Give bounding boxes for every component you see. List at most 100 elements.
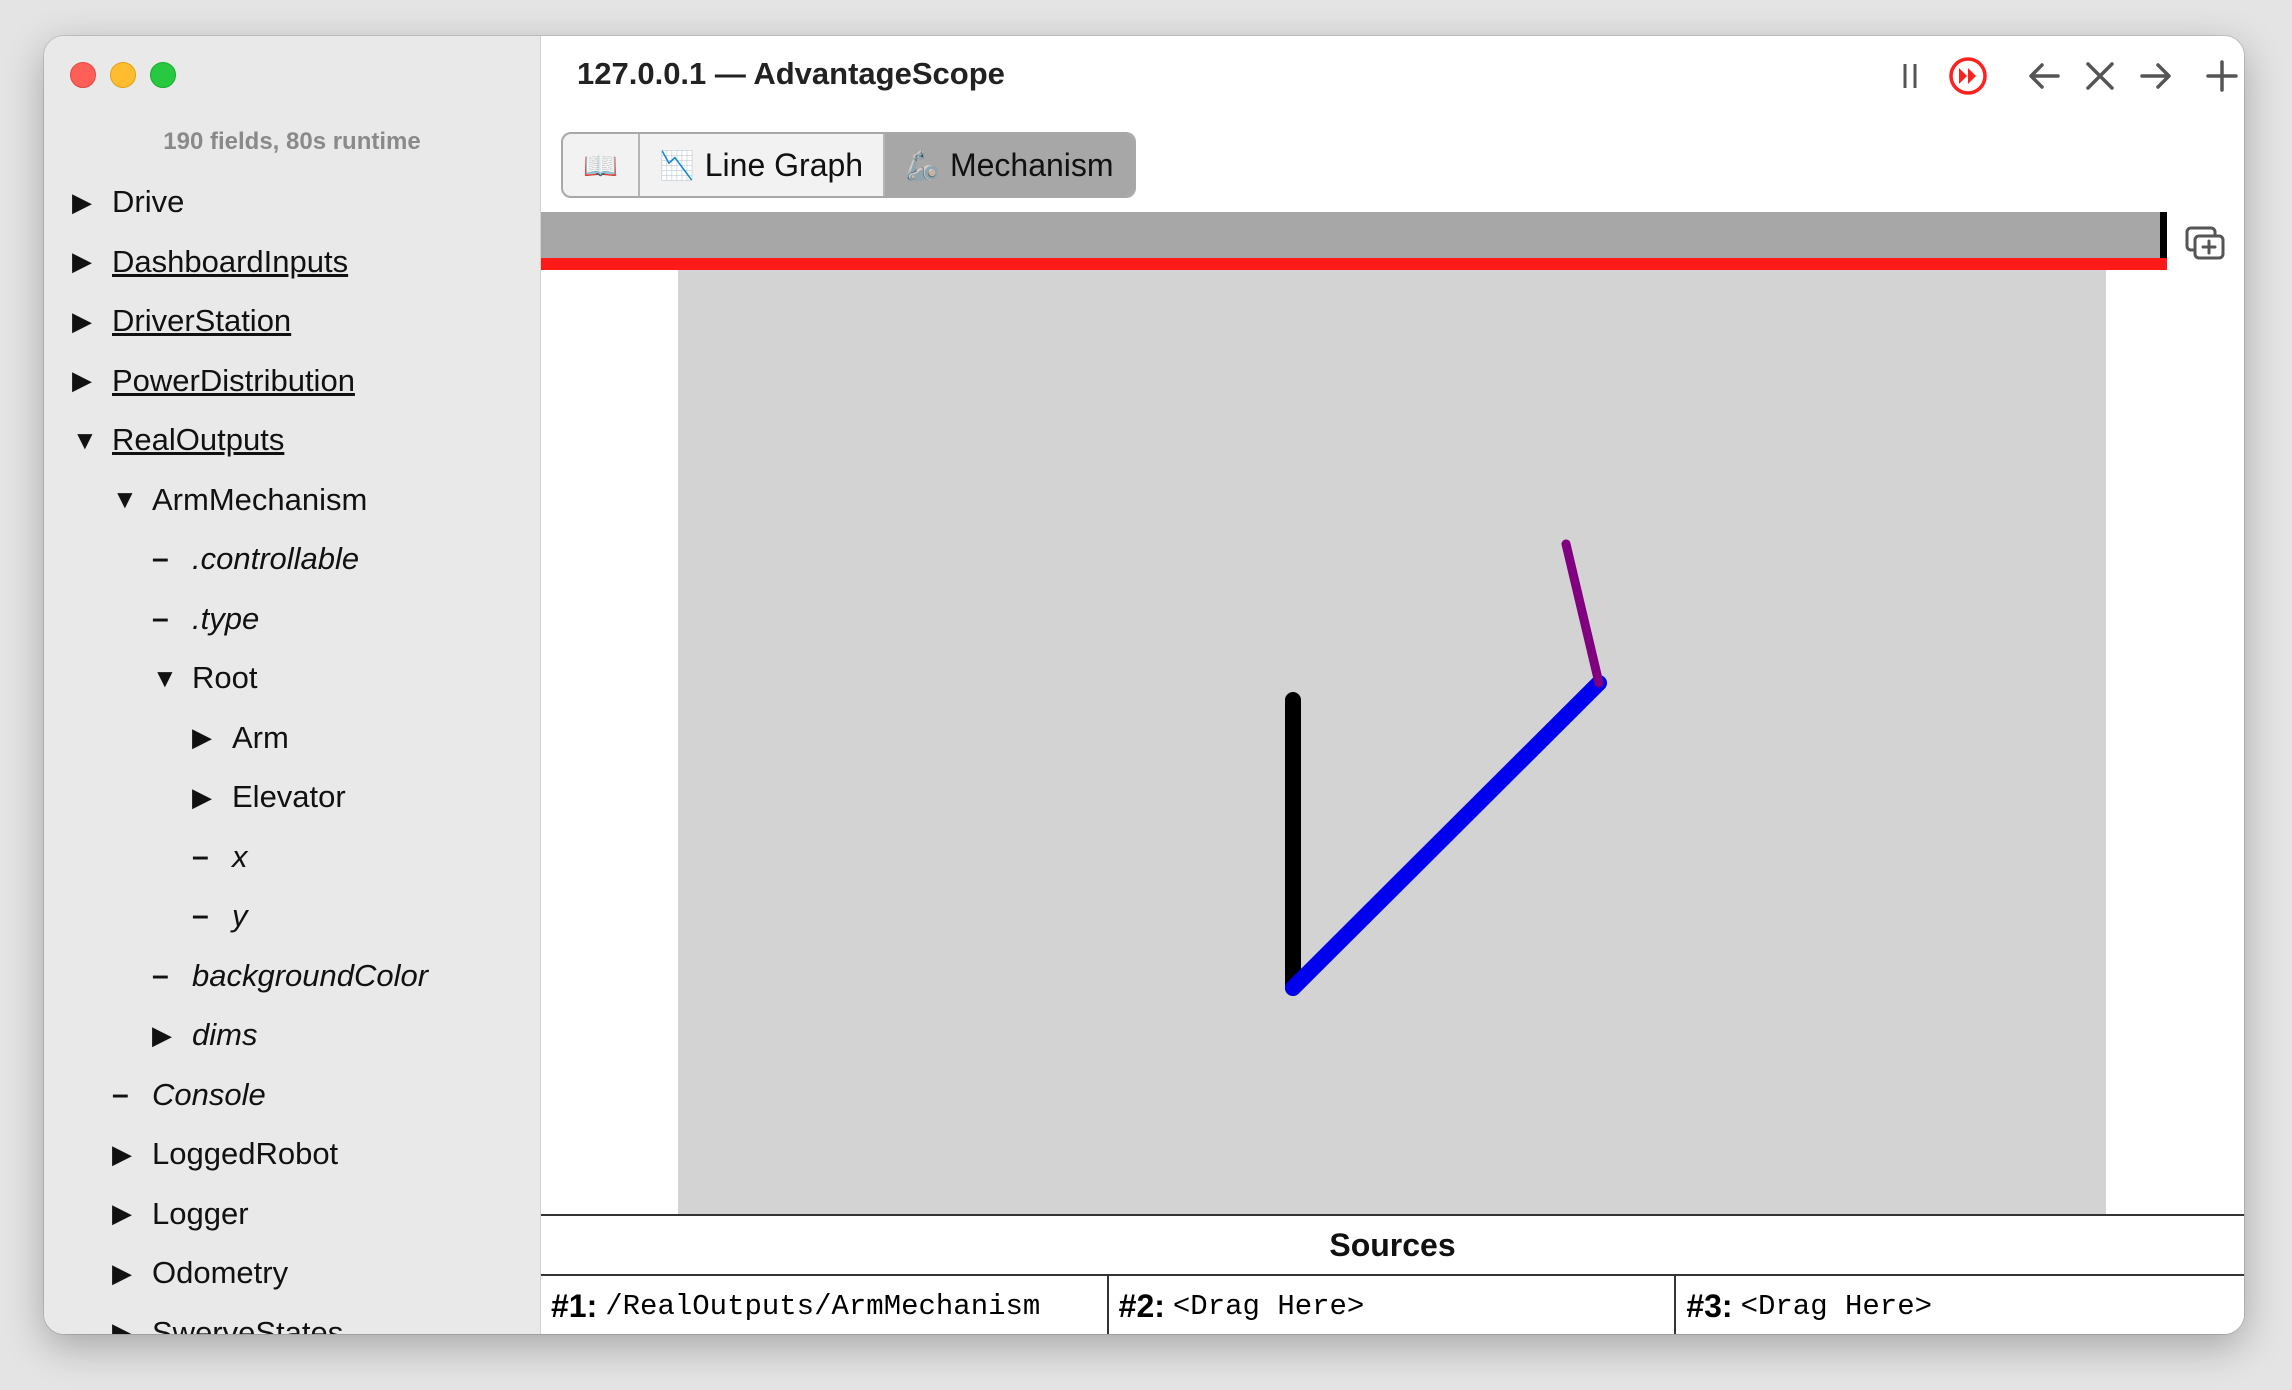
leaf-dash-icon: – xyxy=(192,899,209,932)
tree-item-dims[interactable]: ▶ dims xyxy=(152,1013,257,1057)
expand-icon[interactable]: ▶ xyxy=(112,1198,152,1229)
timeline-cursor[interactable] xyxy=(2160,212,2167,258)
plus-icon[interactable] xyxy=(2200,54,2244,98)
expand-icon[interactable]: ▶ xyxy=(72,306,112,337)
tree-item-label: dims xyxy=(192,1017,258,1052)
tree-item-loggedrobot[interactable]: ▶ LoggedRobot xyxy=(112,1132,338,1176)
sources-title: Sources xyxy=(541,1216,2244,1276)
leaf-dash-icon: – xyxy=(152,601,169,635)
tree-item-dot-type[interactable]: – .type xyxy=(152,597,259,641)
tree-item-label: ArmMechanism xyxy=(152,481,368,517)
popup-window-icon[interactable] xyxy=(2183,222,2227,266)
close-window-button[interactable] xyxy=(70,62,96,88)
tree-item-powerdistribution[interactable]: ▶ PowerDistribution xyxy=(72,359,355,403)
sidebar: 190 fields, 80s runtime ▶ Drive ▶ Dashboard… xyxy=(44,36,541,1334)
tree-item-arm[interactable]: ▶ Arm xyxy=(192,716,289,760)
expand-icon[interactable]: ▶ xyxy=(72,187,112,218)
expand-icon[interactable]: ▶ xyxy=(192,722,232,753)
tree-item-label: Odometry xyxy=(152,1255,289,1290)
expand-icon[interactable]: ▶ xyxy=(112,1317,152,1334)
tree-item-label: y xyxy=(232,898,248,933)
source-value: <Drag Here> xyxy=(1172,1289,1365,1323)
tree-item-drive[interactable]: ▶ Drive xyxy=(72,180,184,224)
tab-documentation[interactable]: 📖 xyxy=(563,134,640,196)
tree-item-console[interactable]: – Console xyxy=(112,1073,266,1117)
tab-label: Mechanism xyxy=(949,146,1114,183)
expand-icon[interactable]: ▶ xyxy=(192,782,232,813)
mechanism-background xyxy=(678,270,2106,1214)
tree-item-label: DashboardInputs xyxy=(112,243,349,279)
tree-item-y[interactable]: – y xyxy=(192,894,248,938)
leaf-dash-icon: – xyxy=(192,839,209,873)
tree-item-label: Arm xyxy=(232,719,289,755)
source-number: #2: xyxy=(1118,1287,1165,1324)
tree-item-label: backgroundColor xyxy=(192,957,429,993)
source-value: /RealOutputs/ArmMechanism xyxy=(605,1289,1041,1323)
line-graph-icon: 📉 xyxy=(659,149,695,181)
source-slot-1[interactable]: #1:/RealOutputs/ArmMechanism xyxy=(541,1276,1109,1334)
arrow-left-icon[interactable] xyxy=(2022,54,2066,98)
playback-controls xyxy=(1824,54,2244,98)
tree-item-driverstation[interactable]: ▶ DriverStation xyxy=(72,299,291,343)
tab-label: Line Graph xyxy=(704,146,864,183)
timeline[interactable] xyxy=(541,212,2167,270)
mechanism-viewer xyxy=(541,270,2244,1250)
app-window: 190 fields, 80s runtime ▶ Drive ▶ Dashboard… xyxy=(44,36,2244,1334)
collapse-icon[interactable]: ▼ xyxy=(72,425,112,456)
collapse-icon[interactable]: ▼ xyxy=(112,484,152,515)
tree-item-logger[interactable]: ▶ Logger xyxy=(112,1192,249,1236)
tab-mechanism[interactable]: 🦾 Mechanism xyxy=(885,134,1134,196)
tab-line-graph[interactable]: 📉 Line Graph xyxy=(640,134,886,196)
leaf-dash-icon: – xyxy=(152,958,169,992)
tree-item-label: PowerDistribution xyxy=(112,362,355,398)
pause-icon[interactable] xyxy=(1888,54,1932,98)
source-number: #3: xyxy=(1686,1287,1733,1324)
expand-icon[interactable]: ▶ xyxy=(72,365,112,396)
source-slot-3[interactable]: #3: <Drag Here> xyxy=(1676,1276,2244,1334)
window-title: 127.0.0.1 — AdvantageScope xyxy=(577,56,1005,91)
tree-item-backgroundcolor[interactable]: – backgroundColor xyxy=(152,954,428,998)
tree-item-label: RealOutputs xyxy=(112,422,285,457)
mechanical-arm-icon: 🦾 xyxy=(905,149,940,181)
tree-item-label: Root xyxy=(192,660,258,695)
tree-item-label: Logger xyxy=(152,1195,249,1231)
zoom-window-button[interactable] xyxy=(150,62,176,88)
expand-icon[interactable]: ▶ xyxy=(112,1258,152,1289)
book-icon: 📖 xyxy=(583,149,618,181)
collapse-icon[interactable]: ▼ xyxy=(152,663,192,694)
log-info-label: 190 fields, 80s runtime xyxy=(163,128,421,155)
minimize-window-button[interactable] xyxy=(110,62,136,88)
main-content: 127.0.0.1 — AdvantageScope 📖 📉 Line Graph 🦾… xyxy=(541,36,2244,1334)
tree-item-realoutputs[interactable]: ▼ RealOutputs xyxy=(72,418,284,462)
tree-item-armmechanism[interactable]: ▼ ArmMechanism xyxy=(112,478,367,522)
leaf-dash-icon: – xyxy=(152,542,169,575)
tab-bar: 📖 📉 Line Graph 🦾 Mechanism xyxy=(561,132,1136,198)
close-icon[interactable] xyxy=(2078,54,2122,98)
tree-item-label: .controllable xyxy=(192,541,360,576)
expand-icon[interactable]: ▶ xyxy=(72,246,112,277)
tree-item-label: Console xyxy=(152,1076,266,1112)
tree-item-label: LoggedRobot xyxy=(152,1136,339,1171)
tree-item-root[interactable]: ▼ Root xyxy=(152,656,257,700)
tree-item-label: x xyxy=(232,838,248,874)
tree-item-elevator[interactable]: ▶ Elevator xyxy=(192,775,346,819)
window-controls xyxy=(70,62,176,88)
expand-icon[interactable]: ▶ xyxy=(112,1139,152,1170)
source-slot-2[interactable]: #2: <Drag Here> xyxy=(1109,1276,1677,1334)
tree-item-odometry[interactable]: ▶ Odometry xyxy=(112,1251,288,1295)
expand-icon[interactable]: ▶ xyxy=(152,1020,192,1051)
tree-item-x[interactable]: – x xyxy=(192,835,248,879)
tree-item-label: .type xyxy=(192,600,260,636)
source-value: <Drag Here> xyxy=(1740,1289,1933,1323)
tree-item-dot-controllable[interactable]: – .controllable xyxy=(152,537,359,581)
tree-item-dashboardinputs[interactable]: ▶ DashboardInputs xyxy=(72,240,348,284)
tree-item-label: Elevator xyxy=(232,779,346,814)
mechanism-canvas xyxy=(678,270,2106,1214)
tree-item-label: DriverStation xyxy=(112,303,292,338)
tree-item-label: Drive xyxy=(112,184,185,219)
source-number: #1: xyxy=(551,1287,598,1324)
sources-panel: Sources #1:/RealOutputs/ArmMechanism #2: <… xyxy=(541,1214,2244,1334)
live-fast-forward-icon[interactable] xyxy=(1946,54,1990,98)
tree-item-swervestates[interactable]: ▶ SwerveStates xyxy=(112,1311,343,1335)
arrow-right-icon[interactable] xyxy=(2134,54,2178,98)
